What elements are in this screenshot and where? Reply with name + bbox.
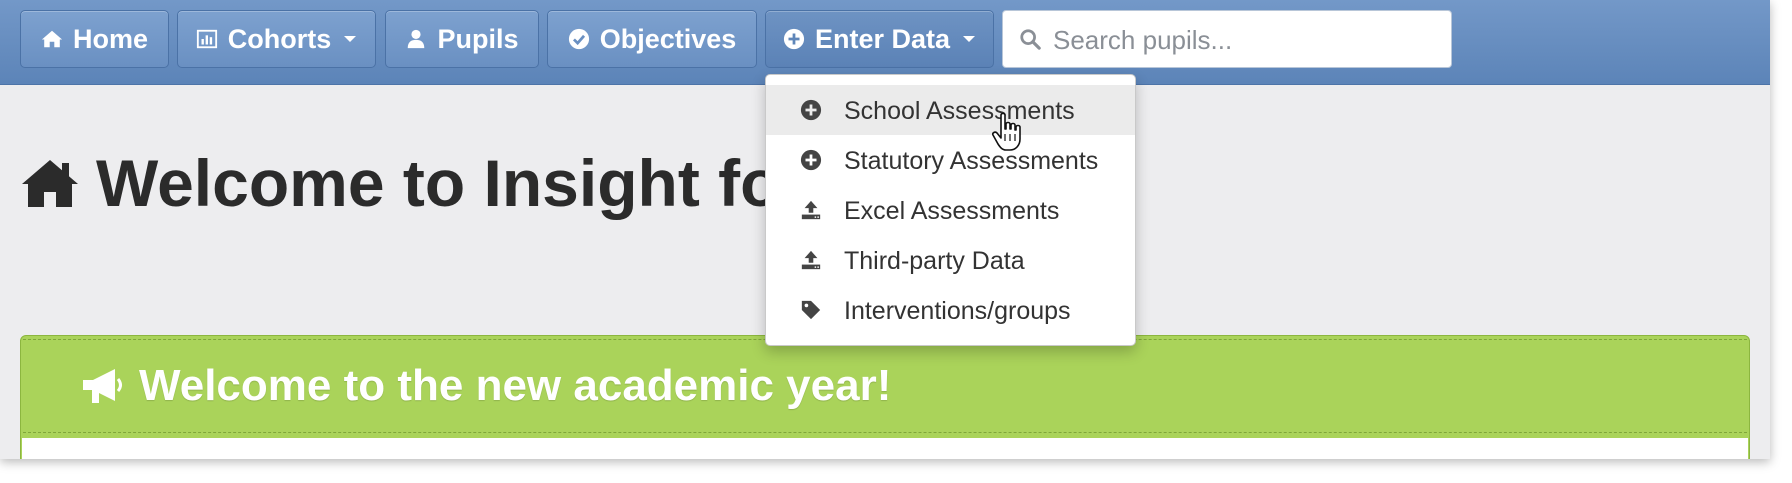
search-input[interactable] <box>1051 11 1445 69</box>
upload-icon <box>800 199 822 221</box>
upload-icon <box>800 249 822 271</box>
page-title: Welcome to Insight for A <box>20 146 870 220</box>
nav-enter-data-label: Enter Data <box>814 23 951 54</box>
nav-pupils-button[interactable]: Pupils <box>385 10 539 68</box>
menu-item-third-party-data[interactable]: Third-party Data <box>766 235 1135 285</box>
nav-home-button[interactable]: Home <box>20 10 169 68</box>
alert-body <box>22 438 1748 459</box>
alert-dashed-border <box>23 432 1747 433</box>
menu-item-school-assessments[interactable]: School Assessments <box>766 85 1135 135</box>
menu-item-label: School Assessments <box>844 97 1075 125</box>
plus-circle-icon <box>800 149 822 171</box>
search-box <box>1002 10 1452 69</box>
nav-enter-data-button[interactable]: Enter Data <box>765 10 994 68</box>
home-icon <box>41 28 63 50</box>
alert-title: Welcome to the new academic year! <box>79 360 891 412</box>
plus-circle-icon <box>783 28 805 50</box>
search-icon <box>1019 28 1041 50</box>
menu-item-statutory-assessments[interactable]: Statutory Assessments <box>766 135 1135 185</box>
alert-title-text: Welcome to the new academic year! <box>139 361 892 410</box>
enter-data-dropdown-menu: School Assessments Statutory Assessments… <box>765 74 1136 346</box>
menu-item-excel-assessments[interactable]: Excel Assessments <box>766 185 1135 235</box>
menu-item-label: Third-party Data <box>844 247 1025 275</box>
nav-objectives-label: Objectives <box>599 23 737 54</box>
chevron-down-icon <box>962 34 976 44</box>
check-circle-icon <box>568 28 590 50</box>
page-title-text: Welcome to Insight for A <box>96 146 870 220</box>
megaphone-icon <box>79 366 125 406</box>
menu-item-label: Excel Assessments <box>844 197 1060 225</box>
user-icon <box>405 28 427 50</box>
nav-cohorts-button[interactable]: Cohorts <box>177 10 376 68</box>
menu-item-label: Interventions/groups <box>844 297 1071 325</box>
nav-home-label: Home <box>72 23 148 54</box>
plus-circle-icon <box>800 99 822 121</box>
menu-item-label: Statutory Assessments <box>844 147 1099 175</box>
chevron-down-icon <box>343 34 357 44</box>
welcome-alert: Welcome to the new academic year! <box>20 335 1750 459</box>
nav-cohorts-label: Cohorts <box>227 23 332 54</box>
bar-chart-icon <box>196 28 218 50</box>
home-icon <box>20 157 80 209</box>
nav-pupils-label: Pupils <box>437 23 519 54</box>
nav-objectives-button[interactable]: Objectives <box>547 10 757 68</box>
menu-item-interventions-groups[interactable]: Interventions/groups <box>766 285 1135 335</box>
tag-icon <box>800 299 822 321</box>
app-window: Home Cohorts Pupils Objectives Enter Dat… <box>0 0 1770 459</box>
top-navbar: Home Cohorts Pupils Objectives Enter Dat… <box>0 0 1770 85</box>
